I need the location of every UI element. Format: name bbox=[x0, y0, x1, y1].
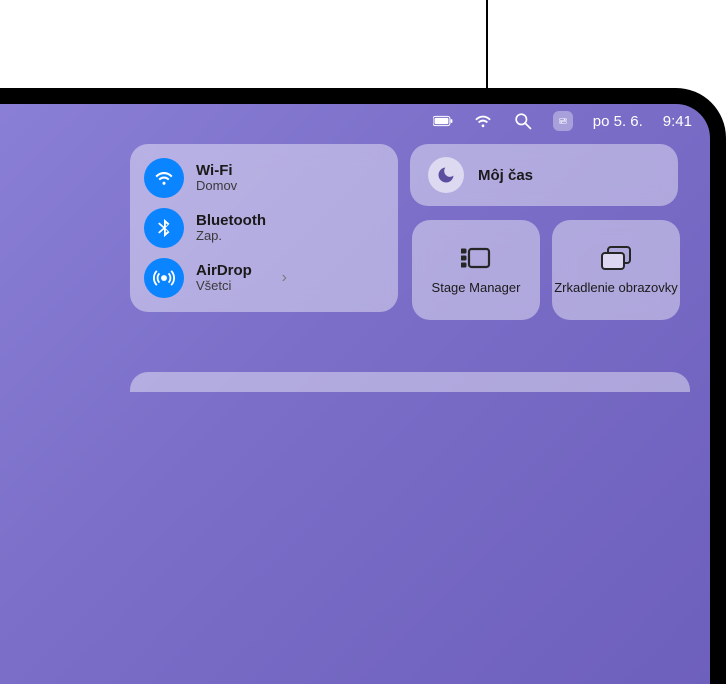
screen-mirroring-tile[interactable]: Zrkadlenie obrazovky bbox=[552, 220, 680, 320]
bluetooth-text: Bluetooth Zap. bbox=[196, 212, 266, 244]
bluetooth-row[interactable]: Bluetooth Zap. bbox=[144, 208, 382, 248]
focus-title: Môj čas bbox=[478, 167, 533, 184]
connectivity-tile: Wi-Fi Domov Bluetooth Zap. bbox=[130, 144, 398, 312]
bluetooth-toggle-icon[interactable] bbox=[144, 208, 184, 248]
wifi-title: Wi-Fi bbox=[196, 162, 237, 179]
device-frame: po 5. 6. 9:41 Wi-Fi Domov bbox=[0, 88, 726, 684]
battery-icon[interactable] bbox=[433, 111, 453, 131]
wifi-row[interactable]: Wi-Fi Domov bbox=[144, 158, 382, 198]
screen-mirroring-icon bbox=[601, 244, 631, 274]
airdrop-row[interactable]: AirDrop Všetci › bbox=[144, 258, 382, 298]
menubar-date[interactable]: po 5. 6. bbox=[593, 113, 643, 130]
wifi-icon[interactable] bbox=[473, 111, 493, 131]
small-tiles-row: Stage Manager Zrkadlenie obrazovky bbox=[412, 220, 680, 320]
airdrop-text: AirDrop Všetci bbox=[196, 262, 252, 294]
bluetooth-title: Bluetooth bbox=[196, 212, 266, 229]
stage-manager-label: Stage Manager bbox=[432, 280, 521, 296]
wifi-status: Domov bbox=[196, 179, 237, 194]
stage-manager-icon bbox=[461, 244, 491, 274]
bluetooth-status: Zap. bbox=[196, 229, 266, 244]
chevron-right-icon[interactable]: › bbox=[282, 269, 287, 287]
partial-tile bbox=[130, 372, 690, 392]
screen-mirroring-label: Zrkadlenie obrazovky bbox=[554, 280, 678, 296]
control-center-icon[interactable] bbox=[553, 111, 573, 131]
menubar: po 5. 6. 9:41 bbox=[0, 104, 710, 138]
screen: po 5. 6. 9:41 Wi-Fi Domov bbox=[0, 104, 710, 684]
search-icon[interactable] bbox=[513, 111, 533, 131]
menubar-time[interactable]: 9:41 bbox=[663, 113, 692, 130]
airdrop-toggle-icon[interactable] bbox=[144, 258, 184, 298]
airdrop-title: AirDrop bbox=[196, 262, 252, 279]
airdrop-status: Všetci bbox=[196, 279, 252, 294]
moon-icon bbox=[428, 157, 464, 193]
stage-manager-tile[interactable]: Stage Manager bbox=[412, 220, 540, 320]
wifi-text: Wi-Fi Domov bbox=[196, 162, 237, 194]
focus-tile[interactable]: Môj čas bbox=[410, 144, 678, 206]
wifi-toggle-icon[interactable] bbox=[144, 158, 184, 198]
